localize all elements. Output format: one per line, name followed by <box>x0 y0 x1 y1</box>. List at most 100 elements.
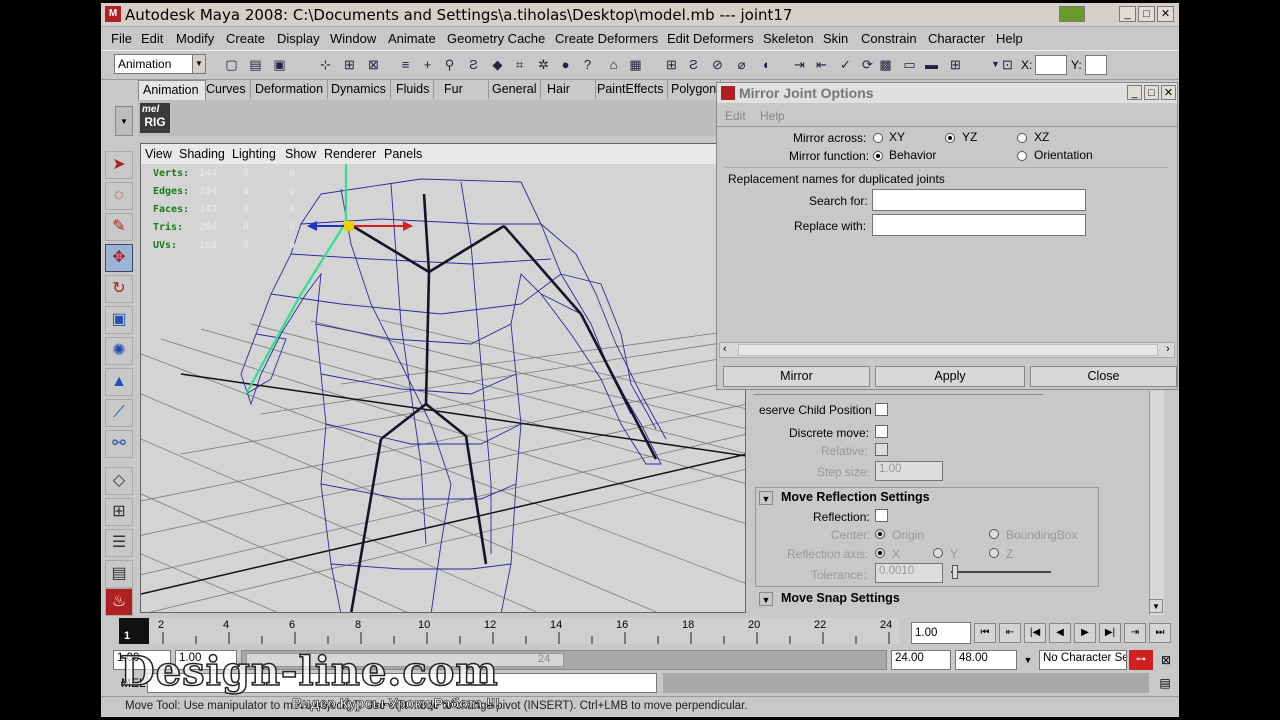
shelf-tab-painteffects[interactable]: PaintEffects <box>593 80 669 99</box>
viewport-menu-shading[interactable]: Shading <box>179 147 225 161</box>
relative-checkbox[interactable] <box>875 443 888 456</box>
scale-tool-icon[interactable]: ▣ <box>105 306 133 334</box>
script-editor-icon[interactable]: ▤ <box>1155 673 1175 693</box>
snap-point-icon[interactable]: ⊘ <box>709 56 726 73</box>
tolerance-slider-handle[interactable] <box>952 565 958 579</box>
render-frame-icon[interactable]: ▭ <box>901 56 918 73</box>
mirror-xy-radio[interactable] <box>873 133 883 143</box>
collapse-arrow-icon[interactable]: ▼ <box>759 592 773 606</box>
chevron-down-icon[interactable]: ▼ <box>192 54 206 74</box>
shelf-tab-deformation[interactable]: Deformation <box>251 80 329 99</box>
shelf-menu-button[interactable]: ▼ <box>115 106 133 136</box>
save-scene-icon[interactable]: ▣ <box>271 56 288 73</box>
dialog-menu-help[interactable]: Help <box>760 109 785 123</box>
current-time-field[interactable]: 1.00 <box>911 622 971 644</box>
soft-mod-icon[interactable]: ▲ <box>105 368 133 396</box>
new-scene-icon[interactable]: ▢ <box>223 56 240 73</box>
snap-curve-icon[interactable]: Ƨ <box>685 56 702 73</box>
select-object-icon[interactable]: ⊞ <box>341 56 358 73</box>
search-for-field[interactable] <box>872 189 1086 211</box>
dialog-hscrollbar[interactable]: ‹ › <box>719 342 1175 358</box>
move-tool-icon[interactable]: ✥ <box>105 244 133 272</box>
menu-skin[interactable]: Skin <box>823 31 848 46</box>
show-manip-icon[interactable]: ⟋ <box>105 399 133 427</box>
function-orientation-radio[interactable] <box>1017 151 1027 161</box>
menu-character[interactable]: Character <box>928 31 985 46</box>
discrete-move-checkbox[interactable] <box>875 425 888 438</box>
go-to-start-icon[interactable]: ⏮ <box>974 623 996 643</box>
reflection-checkbox[interactable] <box>875 509 888 522</box>
scroll-down-icon[interactable]: ▼ <box>1149 599 1163 613</box>
maya-flame-icon[interactable]: ♨ <box>105 588 133 616</box>
snap-view-icon[interactable]: ⌀ <box>733 56 750 73</box>
lasso-tool-icon[interactable]: ◌ <box>105 182 133 210</box>
lock-selection-icon[interactable]: ⌂ <box>605 56 622 73</box>
menu-create[interactable]: Create <box>226 31 265 46</box>
scroll-thumb[interactable] <box>738 344 1158 356</box>
layout-single-icon[interactable]: ◇ <box>105 467 133 495</box>
step-size-field[interactable]: 1.00 <box>875 461 943 481</box>
pick-misc-icon[interactable]: ? <box>579 56 596 73</box>
center-bbox-radio[interactable] <box>989 529 999 539</box>
menu-geometry-cache[interactable]: Geometry Cache <box>447 31 545 46</box>
close-button[interactable]: ✕ <box>1157 6 1174 22</box>
menu-animate[interactable]: Animate <box>388 31 436 46</box>
open-scene-icon[interactable]: ▤ <box>247 56 264 73</box>
y-field[interactable] <box>1085 55 1107 75</box>
highlight-selection-icon[interactable]: ▦ <box>627 56 644 73</box>
end-time-field[interactable]: 24.00 <box>891 650 951 670</box>
step-forward-icon[interactable]: ⇥ <box>1124 623 1146 643</box>
shelf-tab-dynamics[interactable]: Dynamics <box>327 80 391 99</box>
preserve-child-checkbox[interactable] <box>875 403 888 416</box>
character-set-field[interactable]: No Character Se <box>1039 650 1127 670</box>
ipr-render-icon[interactable]: ▬ <box>923 56 940 73</box>
pick-render-icon[interactable]: ● <box>557 56 574 73</box>
layout-outliner-icon[interactable]: ☰ <box>105 529 133 557</box>
perspective-viewport[interactable]: View Shading Lighting Show Renderer Pane… <box>140 143 746 613</box>
panel-scrollbar[interactable] <box>1149 391 1164 615</box>
shelf-tab-fluids[interactable]: Fluids <box>392 80 435 99</box>
go-to-end-icon[interactable]: ⏭ <box>1149 623 1171 643</box>
time-ruler[interactable]: 1 2 4 6 8 10 12 14 16 18 20 22 24 <box>119 618 899 644</box>
axis-y-radio[interactable] <box>933 548 943 558</box>
scroll-left-icon[interactable]: ‹ <box>723 343 727 355</box>
tolerance-field[interactable]: 0.0010 <box>875 563 943 583</box>
anim-end-field[interactable]: 48.00 <box>955 650 1017 670</box>
transform-mode-icon[interactable]: ⊡ <box>999 56 1016 73</box>
select-hierarchy-icon[interactable]: ⊹ <box>317 56 334 73</box>
apply-button[interactable]: Apply <box>875 366 1025 387</box>
menu-help[interactable]: Help <box>996 31 1023 46</box>
auto-key-icon[interactable]: ⊶ <box>1129 650 1153 670</box>
rotate-tool-icon[interactable]: ↻ <box>105 275 133 303</box>
menu-window[interactable]: Window <box>330 31 376 46</box>
viewport-menu-lighting[interactable]: Lighting <box>232 147 276 161</box>
menu-modify[interactable]: Modify <box>176 31 214 46</box>
prev-key-icon[interactable]: |◀ <box>1024 623 1046 643</box>
axis-x-radio[interactable] <box>875 548 885 558</box>
mirror-yz-radio[interactable] <box>945 133 955 143</box>
pick-surface-icon[interactable]: ◆ <box>489 56 506 73</box>
layout-graph-icon[interactable]: ▤ <box>105 560 133 588</box>
replace-with-field[interactable] <box>872 214 1086 236</box>
mirror-xz-radio[interactable] <box>1017 133 1027 143</box>
filter-icon[interactable]: ≡ <box>397 56 414 73</box>
viewport-menu-panels[interactable]: Panels <box>384 147 422 161</box>
menu-file[interactable]: File <box>111 31 132 46</box>
pick-handle-icon[interactable]: + <box>419 56 436 73</box>
shelf-tab-animation[interactable]: Animation <box>138 80 206 100</box>
render-settings-icon[interactable]: ⊞ <box>947 56 964 73</box>
function-behavior-radio[interactable] <box>873 151 883 161</box>
menu-skeleton[interactable]: Skeleton <box>763 31 814 46</box>
collapse-arrow-icon[interactable]: ▼ <box>759 491 773 505</box>
mirror-button[interactable]: Mirror <box>723 366 870 387</box>
snap-grid-icon[interactable]: ⊞ <box>663 56 680 73</box>
close-dialog-button[interactable]: Close <box>1030 366 1177 387</box>
play-forward-icon[interactable]: ▶ <box>1074 623 1096 643</box>
chevron-down-icon[interactable]: ▼ <box>1019 650 1037 670</box>
input-icon[interactable]: ⇥ <box>791 56 808 73</box>
history-icon[interactable]: ✓ <box>837 56 854 73</box>
dialog-close-button[interactable]: ✕ <box>1161 85 1176 100</box>
snap-surface-icon[interactable]: ◖ <box>757 56 774 73</box>
menu-create-deformers[interactable]: Create Deformers <box>555 31 658 46</box>
menu-constrain[interactable]: Constrain <box>861 31 917 46</box>
